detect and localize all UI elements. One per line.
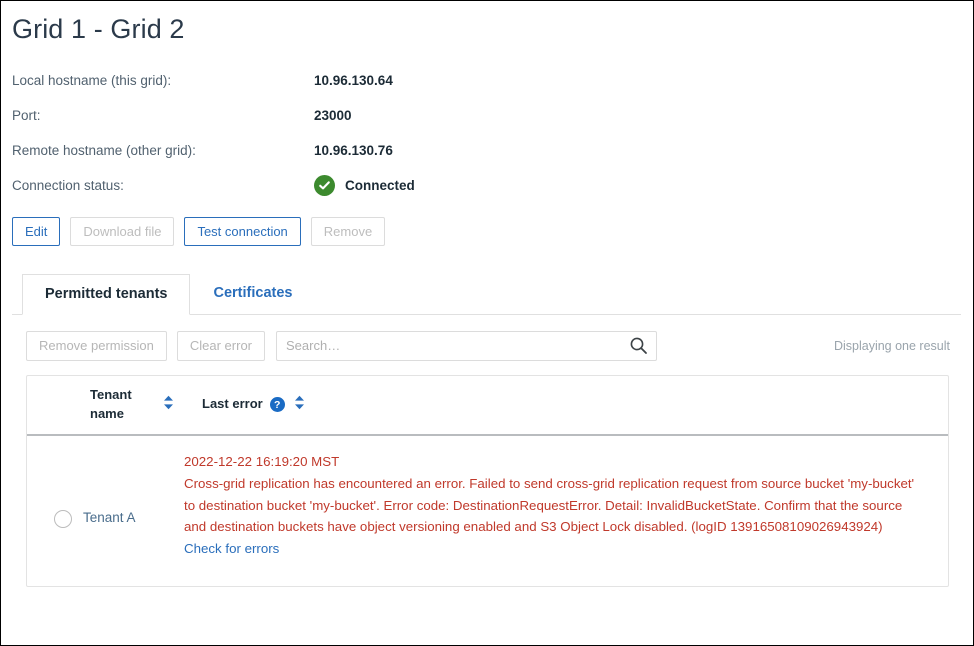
remote-hostname-value: 10.96.130.76 <box>314 142 393 158</box>
remove-permission-button: Remove permission <box>26 330 167 361</box>
header-last-error: Last error ? <box>202 395 948 415</box>
port-label: Port: <box>12 107 41 123</box>
table-toolbar: Remove permission Clear error Displaying… <box>26 330 961 361</box>
sort-last-error-icon[interactable] <box>294 395 305 415</box>
tenant-name-cell[interactable]: Tenant A <box>72 510 184 525</box>
page-title: Grid 1 - Grid 2 <box>12 14 185 44</box>
permitted-tenants-table: Tenant name Last error ? Tenant A 2022-1… <box>26 374 949 587</box>
detail-row: Port: 23000 <box>12 98 961 133</box>
row-radio-button[interactable] <box>54 509 72 528</box>
local-hostname-value: 10.96.130.64 <box>314 72 393 88</box>
tab-bar: Permitted tenants Certificates <box>12 272 961 315</box>
error-message: Cross-grid replication has encountered a… <box>184 476 915 534</box>
page-content: Grid 1 - Grid 2 Local hostname (this gri… <box>1 1 973 587</box>
help-icon[interactable]: ? <box>269 397 285 413</box>
tab-permitted-tenants[interactable]: Permitted tenants <box>22 273 191 315</box>
download-file-button: Download file <box>70 216 175 246</box>
check-circle-icon <box>314 174 335 196</box>
connection-status-value: Connected <box>314 174 415 196</box>
port-value: 23000 <box>314 107 352 123</box>
remove-button: Remove <box>310 216 386 246</box>
tenant-name-header-label: Tenant name <box>90 386 132 421</box>
remote-hostname-label: Remote hostname (other grid): <box>12 142 196 158</box>
table-header-row: Tenant name Last error ? <box>27 376 948 436</box>
page-root: Grid 1 - Grid 2 Local hostname (this gri… <box>0 0 974 646</box>
connection-details: Local hostname (this grid): 10.96.130.64… <box>12 63 961 203</box>
search-input[interactable] <box>276 330 657 361</box>
last-error-header-label: Last error <box>202 396 263 412</box>
clear-error-button: Clear error <box>176 330 265 361</box>
action-buttons: Edit Download file Test connection Remov… <box>12 216 961 246</box>
result-count: Displaying one result <box>833 338 950 353</box>
detail-row: Connection status: Connected <box>12 168 961 203</box>
table-row[interactable]: Tenant A 2022-12-22 16:19:20 MST Cross-g… <box>27 436 948 586</box>
search-box <box>276 330 657 361</box>
detail-row: Remote hostname (other grid): 10.96.130.… <box>12 133 961 168</box>
detail-row: Local hostname (this grid): 10.96.130.64 <box>12 63 961 98</box>
sort-tenant-name-icon[interactable] <box>163 395 174 415</box>
tab-certificates[interactable]: Certificates <box>190 273 315 314</box>
edit-button[interactable]: Edit <box>12 216 61 246</box>
connection-status-text: Connected <box>345 177 415 193</box>
connection-status-label: Connection status: <box>12 177 124 193</box>
local-hostname-label: Local hostname (this grid): <box>12 72 172 88</box>
error-timestamp: 2022-12-22 16:19:20 MST <box>184 453 340 469</box>
last-error-cell: 2022-12-22 16:19:20 MST Cross-grid repli… <box>184 452 948 558</box>
check-for-errors-link[interactable]: Check for errors <box>184 541 279 556</box>
header-tenant-name: Tenant name <box>90 386 202 424</box>
test-connection-button[interactable]: Test connection <box>184 216 301 246</box>
